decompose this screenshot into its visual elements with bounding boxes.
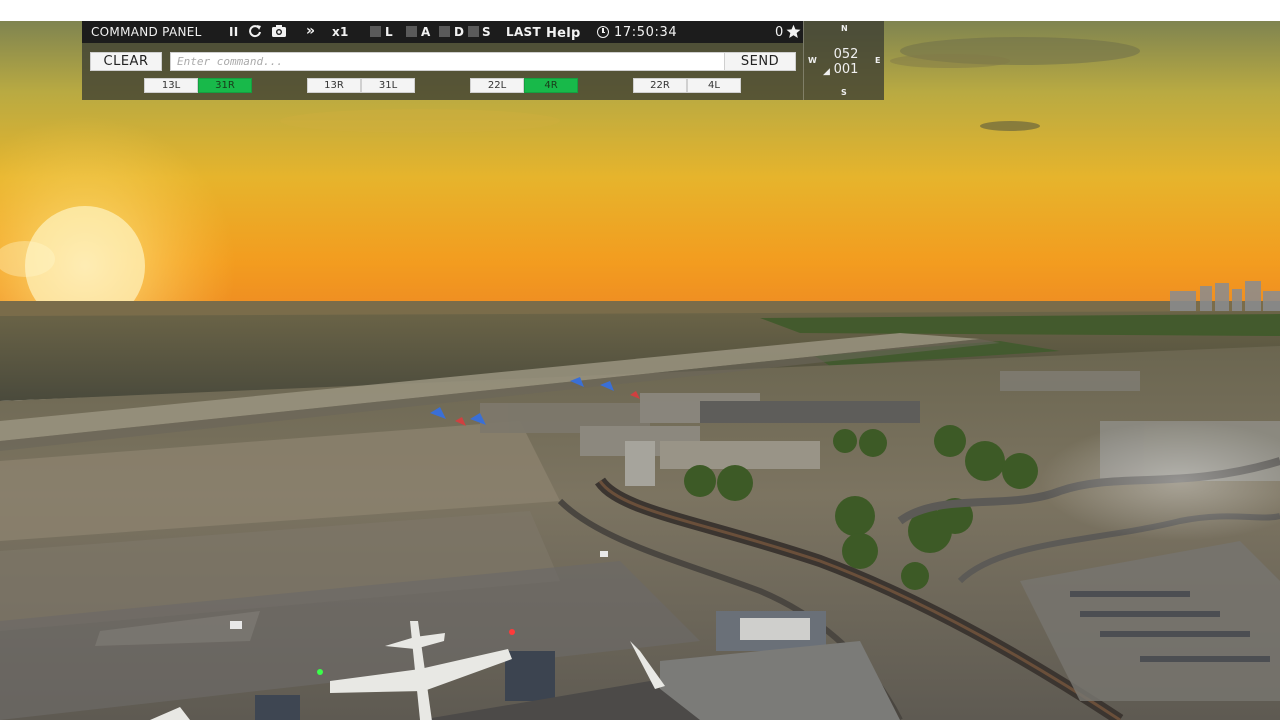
command-input[interactable]	[170, 52, 728, 71]
filter-a-label: A	[421, 25, 431, 39]
fast-forward-icon[interactable]: »	[306, 23, 315, 39]
runway-22r-button[interactable]: 22R	[633, 78, 687, 93]
compass-secondary-value: 001	[833, 62, 859, 77]
filter-s-checkbox[interactable]	[468, 26, 479, 37]
filter-s-label: S	[482, 25, 491, 39]
runway-31l-button[interactable]: 31L	[361, 78, 415, 93]
airport-scene-view[interactable]	[0, 21, 1280, 720]
help-button[interactable]: Help	[546, 26, 581, 41]
pause-icon[interactable]: II	[229, 25, 239, 39]
runway-31r-button[interactable]: 31R	[198, 78, 252, 93]
clock-icon	[597, 26, 609, 38]
runway-13l-button[interactable]: 13L	[144, 78, 198, 93]
filter-d-label: D	[454, 25, 465, 39]
runway-4r-button[interactable]: 4R	[524, 78, 578, 93]
filter-l-checkbox[interactable]	[370, 26, 381, 37]
filter-a-checkbox[interactable]	[406, 26, 417, 37]
score-count: 0	[775, 25, 784, 40]
game-clock: 17:50:34	[614, 25, 678, 40]
compass-heading: 052	[833, 47, 859, 62]
compass-south-label: S	[841, 88, 847, 97]
clear-button[interactable]: CLEAR	[90, 52, 162, 71]
command-panel: COMMAND PANEL II » x1 L A D S LAST Help …	[82, 21, 803, 100]
compass-east-label: E	[875, 56, 881, 65]
refresh-icon[interactable]	[248, 23, 262, 42]
last-button[interactable]: LAST	[506, 25, 541, 39]
scene-graphics	[0, 21, 1280, 720]
runway-22l-button[interactable]: 22L	[470, 78, 524, 93]
compass-west-label: W	[808, 56, 817, 65]
command-panel-titlebar: COMMAND PANEL II » x1 L A D S LAST Help …	[82, 21, 803, 43]
panel-title: COMMAND PANEL	[91, 25, 202, 39]
compass-widget[interactable]: N W E S 052 ◢ 001	[803, 21, 884, 100]
runway-13r-button[interactable]: 13R	[307, 78, 361, 93]
filter-d-checkbox[interactable]	[439, 26, 450, 37]
send-button[interactable]: SEND	[724, 52, 796, 71]
speed-multiplier[interactable]: x1	[332, 25, 349, 39]
filter-l-label: L	[385, 25, 393, 39]
compass-north-label: N	[841, 24, 848, 33]
star-icon	[786, 24, 801, 42]
camera-icon[interactable]	[271, 24, 287, 41]
runway-4l-button[interactable]: 4L	[687, 78, 741, 93]
